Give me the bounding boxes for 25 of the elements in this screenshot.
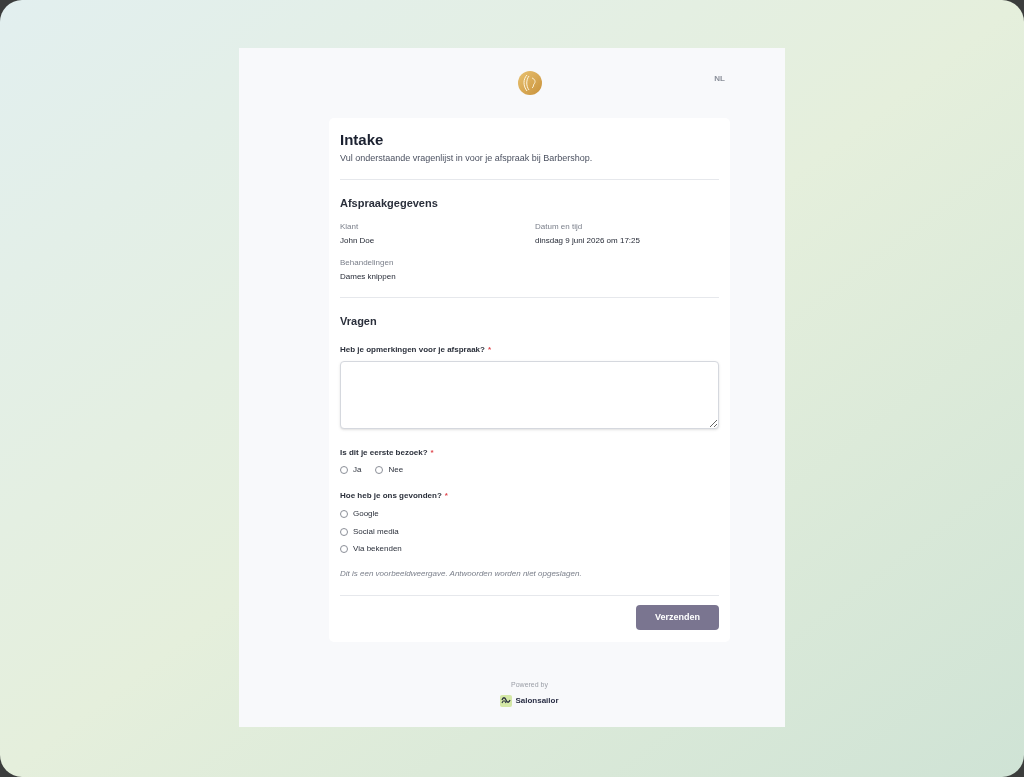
comment-field[interactable] xyxy=(340,361,719,429)
brand-name: Salonsailor xyxy=(515,695,559,707)
field-label: Klant xyxy=(340,222,360,232)
brand-logo-icon xyxy=(500,695,513,707)
option-label: Via bekenden xyxy=(353,543,402,555)
question-label: Hoe heb je ons gevonden? * xyxy=(340,491,449,501)
field-label: Datum en tijd xyxy=(535,222,584,232)
option-label: Nee xyxy=(388,464,404,476)
field-value: dinsdag 9 juni 2026 om 17:25 xyxy=(535,235,641,247)
submit-button[interactable]: Verzenden xyxy=(636,605,719,630)
question-label: Is dit je eerste bezoek? * xyxy=(340,448,435,458)
logo-icon xyxy=(517,71,542,95)
section-heading: Afspraakgegevens xyxy=(340,196,439,210)
field-value: Dames knippen xyxy=(340,271,397,283)
notice-text: Dit is een voorbeeldweergave. Antwoorden worden niet opgeslagen. xyxy=(340,569,583,579)
section-heading: Vragen xyxy=(340,314,378,328)
form-subtitle: Vul onderstaande vragenlijst in voor je afspraak bij Barbershop. xyxy=(340,152,594,164)
form-title: Intake xyxy=(340,132,385,148)
option-label: Ja xyxy=(353,464,362,476)
field-label: Behandelingen xyxy=(340,258,395,268)
question-label: Heb je opmerkingen voor je afspraak? * xyxy=(340,345,493,355)
language-switcher[interactable]: NL xyxy=(714,74,725,84)
option-label: Social media xyxy=(353,525,399,538)
field-value: John Doe xyxy=(340,235,376,247)
option-label: Google xyxy=(353,508,379,520)
